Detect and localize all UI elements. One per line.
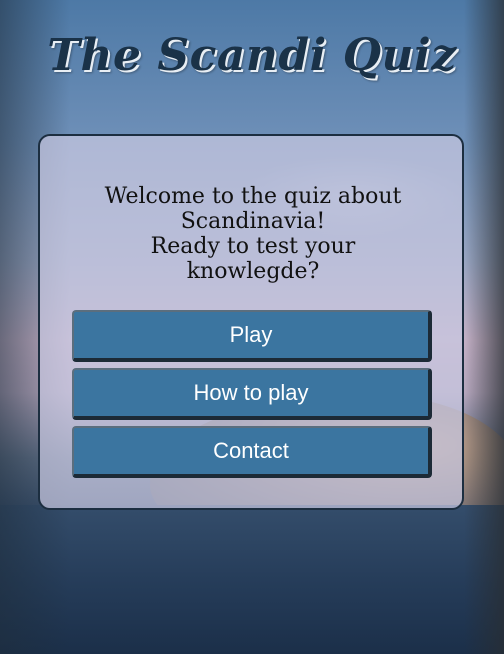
welcome-line: Scandinavia! [180, 209, 326, 234]
welcome-line: Welcome to the quiz about [104, 184, 402, 209]
welcome-card: Welcome to the quiz about Scandinavia! R… [38, 134, 464, 510]
background-water [0, 505, 504, 654]
contact-button[interactable]: Contact [72, 426, 432, 478]
page-title: The Scandi Quiz [47, 30, 457, 81]
play-button[interactable]: Play [72, 310, 432, 362]
welcome-text: Welcome to the quiz about Scandinavia! R… [40, 184, 466, 284]
welcome-line: Ready to test your [150, 234, 356, 259]
background-right-edge [464, 0, 504, 654]
welcome-line: knowlegde? [186, 259, 320, 284]
how-to-play-button[interactable]: How to play [72, 368, 432, 420]
